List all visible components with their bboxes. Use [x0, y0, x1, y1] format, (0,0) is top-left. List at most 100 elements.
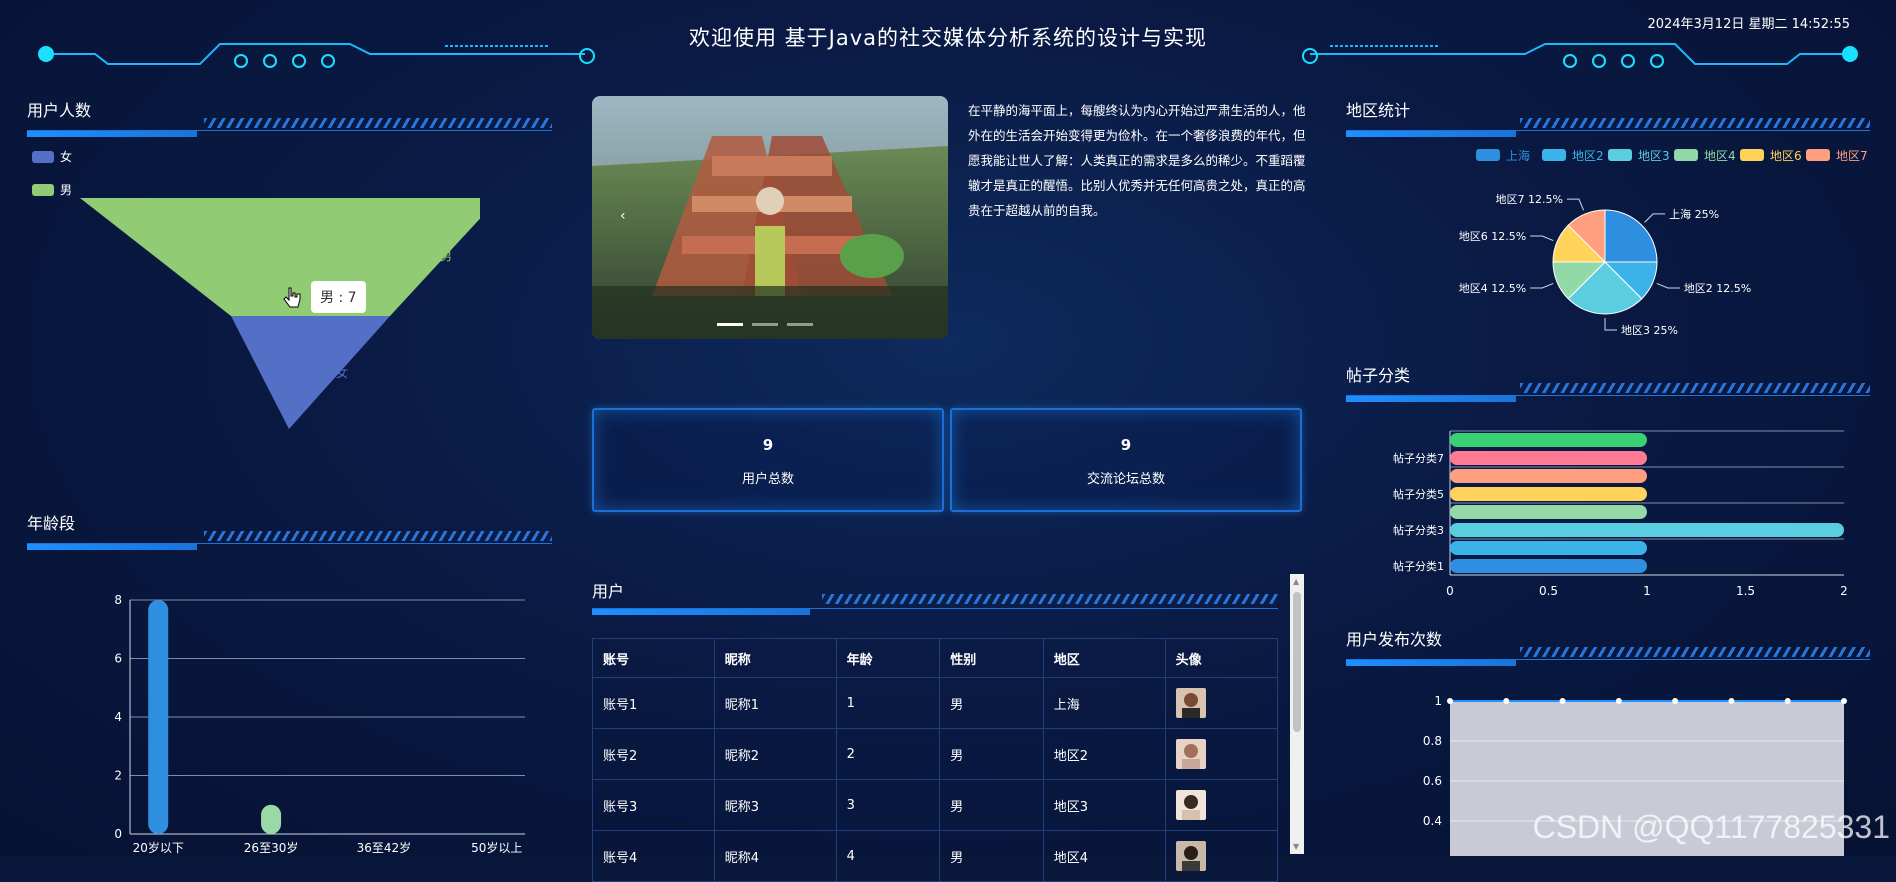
image-carousel[interactable]: [592, 96, 948, 339]
legend-label: 地区4: [1704, 149, 1736, 163]
cell-avatar: [1164, 677, 1279, 729]
stat-label: 交流论坛总数: [1086, 472, 1165, 487]
column-header-account[interactable]: 账号: [592, 638, 715, 678]
x-tick-label: 1.5: [1736, 584, 1755, 598]
scroll-down-icon[interactable]: ▼: [1293, 842, 1299, 851]
avatar[interactable]: [1175, 739, 1206, 769]
title-underline: [1346, 395, 1516, 402]
legend-swatch: [1674, 149, 1698, 161]
cell-nickname: 昵称4: [713, 830, 837, 882]
cell-gender: 男: [939, 830, 1044, 882]
cell-account: 账号2: [592, 728, 715, 780]
title-thin-line: [27, 130, 552, 131]
panel-title-post-category: 帖子分类: [1346, 366, 1411, 385]
title-stripes: [1520, 383, 1870, 393]
pie-label-line: [1566, 198, 1585, 211]
title-thin-line: [592, 608, 1278, 609]
panel-title-user-count: 用户人数: [27, 101, 92, 120]
title-stripes: [822, 594, 1278, 604]
funnel-label-female: 女: [336, 366, 349, 380]
legend-swatch: [1740, 149, 1764, 161]
avatar[interactable]: [1175, 790, 1206, 820]
data-point: [1447, 698, 1453, 704]
users-table: 账号 昵称 年龄 性别 地区 头像 账号1 昵称1 1 男 上海 账号2 昵称2…: [592, 638, 1279, 882]
panel-title-age-group: 年龄段: [27, 514, 76, 533]
title-thin-line: [1346, 395, 1870, 396]
data-point: [1728, 698, 1735, 704]
cell-region: 地区2: [1042, 728, 1166, 780]
y-tick-label: 0.4: [1423, 814, 1442, 828]
bar: [1450, 523, 1844, 537]
column-header-region[interactable]: 地区: [1042, 638, 1166, 678]
scroll-up-icon[interactable]: ▲: [1293, 577, 1299, 586]
x-tick-label: 36至42岁: [357, 840, 412, 855]
avatar[interactable]: [1175, 841, 1206, 871]
x-tick-label: 50岁以上: [471, 840, 522, 855]
title-stripes: [204, 531, 552, 541]
pie-label-line: [1656, 282, 1680, 289]
title-thin-line: [27, 543, 552, 544]
pie-label-line: [1604, 318, 1617, 331]
title-underline: [1346, 130, 1516, 137]
page-title: 欢迎使用 基于Java的社交媒体分析系统的设计与实现: [688, 26, 1208, 50]
legend-item-female[interactable]: 女: [32, 148, 72, 165]
title-underline: [592, 608, 810, 615]
pie-label-line: [1530, 235, 1554, 242]
bar: [1450, 487, 1647, 501]
cell-region: 地区3: [1042, 779, 1166, 831]
data-point: [1615, 698, 1622, 704]
table-row[interactable]: 账号4 昵称4 4 男 地区4: [592, 830, 1279, 882]
title-thin-line: [1346, 659, 1870, 660]
cell-gender: 男: [939, 779, 1044, 831]
cell-region: 上海: [1042, 677, 1166, 729]
column-header-nickname[interactable]: 昵称: [713, 638, 837, 678]
pointer-cursor-icon: [283, 287, 301, 308]
y-tick-label: 帖子分类1: [1393, 559, 1444, 573]
title-underline: [27, 130, 197, 137]
table-row[interactable]: 账号3 昵称3 3 男 地区3: [592, 779, 1279, 831]
legend-swatch: [1608, 149, 1632, 161]
data-point: [1784, 698, 1791, 704]
avatar[interactable]: [1175, 688, 1206, 718]
x-tick-label: 2: [1840, 584, 1848, 598]
legend-swatch-male: [32, 183, 54, 196]
stat-value: 9: [762, 436, 774, 454]
table-row[interactable]: 账号1 昵称1 1 男 上海: [592, 677, 1279, 729]
legend-label: 地区2: [1572, 149, 1604, 163]
region-pie-chart: 上海 25% 地区2 12.5% 地区3 25% 地区4 12.5% 地区6 12.5%…: [1459, 193, 1752, 337]
pie-label-line: [1644, 213, 1666, 223]
cell-nickname: 昵称3: [713, 779, 837, 831]
legend-swatch: [1476, 149, 1500, 161]
data-point: [1672, 698, 1679, 704]
panel-title-region: 地区统计: [1346, 101, 1411, 120]
region-legend[interactable]: 上海 地区2 地区3 地区4 地区6 地区7: [1470, 143, 1890, 165]
cell-account: 账号1: [592, 677, 715, 729]
intro-paragraph: 在平静的海平面上，每艘终认为内心开始过严肃生活的人，他外在的生活会开始变得更为俭…: [968, 103, 1306, 218]
table-row[interactable]: 账号2 昵称2 2 男 地区2: [592, 728, 1279, 780]
y-tick-label: 4: [114, 710, 122, 724]
panel-title-users: 用户: [592, 582, 625, 601]
funnel-segment-female: [231, 316, 390, 429]
x-tick-label: 1: [1643, 584, 1651, 598]
cell-nickname: 昵称1: [713, 677, 837, 729]
pie-label: 地区7 12.5%: [1496, 193, 1563, 206]
funnel-label-male: 男: [440, 249, 453, 263]
bar: [1450, 433, 1647, 447]
pie-label: 地区3 25%: [1621, 324, 1678, 337]
watermark: CSDN @QQ1177825331: [1532, 809, 1890, 845]
title-underline: [1346, 659, 1516, 666]
cell-age: 1: [835, 677, 941, 729]
data-point: [1559, 698, 1566, 704]
cell-avatar: [1164, 728, 1279, 780]
y-tick-label: 帖子分类3: [1393, 523, 1444, 537]
stat-card-forums: 9 交流论坛总数: [950, 408, 1302, 512]
column-header-age[interactable]: 年龄: [835, 638, 941, 678]
cell-avatar: [1164, 779, 1279, 831]
scroll-thumb[interactable]: [1293, 592, 1301, 732]
column-header-gender[interactable]: 性别: [939, 638, 1044, 678]
carousel-prev-icon[interactable]: ‹: [620, 208, 626, 224]
y-tick-label: 0.8: [1423, 734, 1442, 748]
table-scrollbar[interactable]: ▲ ▼: [1290, 574, 1304, 854]
y-tick-label: 8: [114, 593, 122, 607]
column-header-avatar[interactable]: 头像: [1164, 638, 1279, 678]
